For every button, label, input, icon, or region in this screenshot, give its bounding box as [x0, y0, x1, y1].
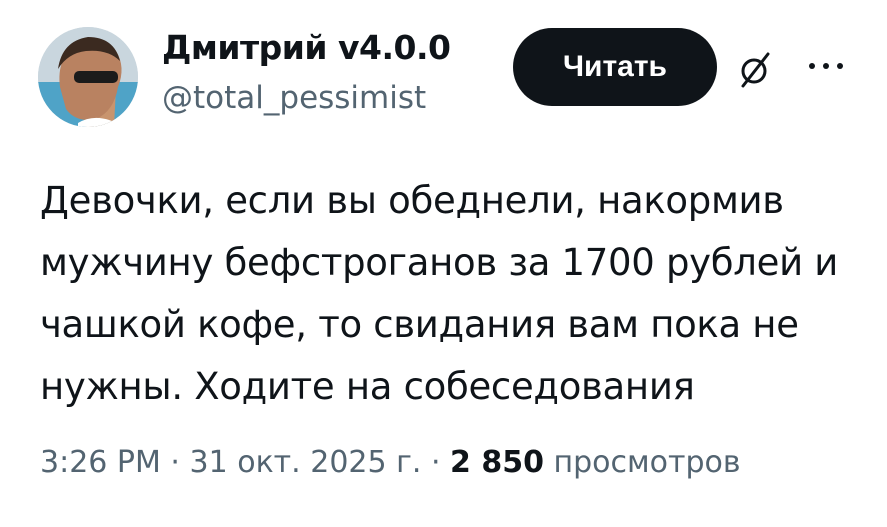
avatar[interactable] — [38, 27, 138, 127]
views-count[interactable]: 2 850 — [450, 445, 544, 480]
grok-slash-icon[interactable] — [735, 50, 775, 90]
meta-separator: · — [160, 445, 190, 480]
views-label: просмотров — [543, 445, 741, 480]
more-dots-icon[interactable] — [806, 58, 846, 74]
author-handle[interactable]: @total_pessimist — [162, 80, 426, 116]
tweet-meta: 3:26 PM · 31 окт. 2025 г. · 2 850 просмо… — [40, 445, 741, 480]
author-display-name[interactable]: Дмитрий v4.0.0 — [162, 28, 451, 67]
meta-separator: · — [421, 445, 451, 480]
tweet-text: Девочки, если вы обеднели, накормив мужч… — [40, 179, 839, 408]
follow-button[interactable]: Читать — [513, 28, 717, 106]
tweet-time[interactable]: 3:26 PM — [40, 445, 161, 480]
tweet-date[interactable]: 31 окт. 2025 г. — [190, 445, 422, 480]
